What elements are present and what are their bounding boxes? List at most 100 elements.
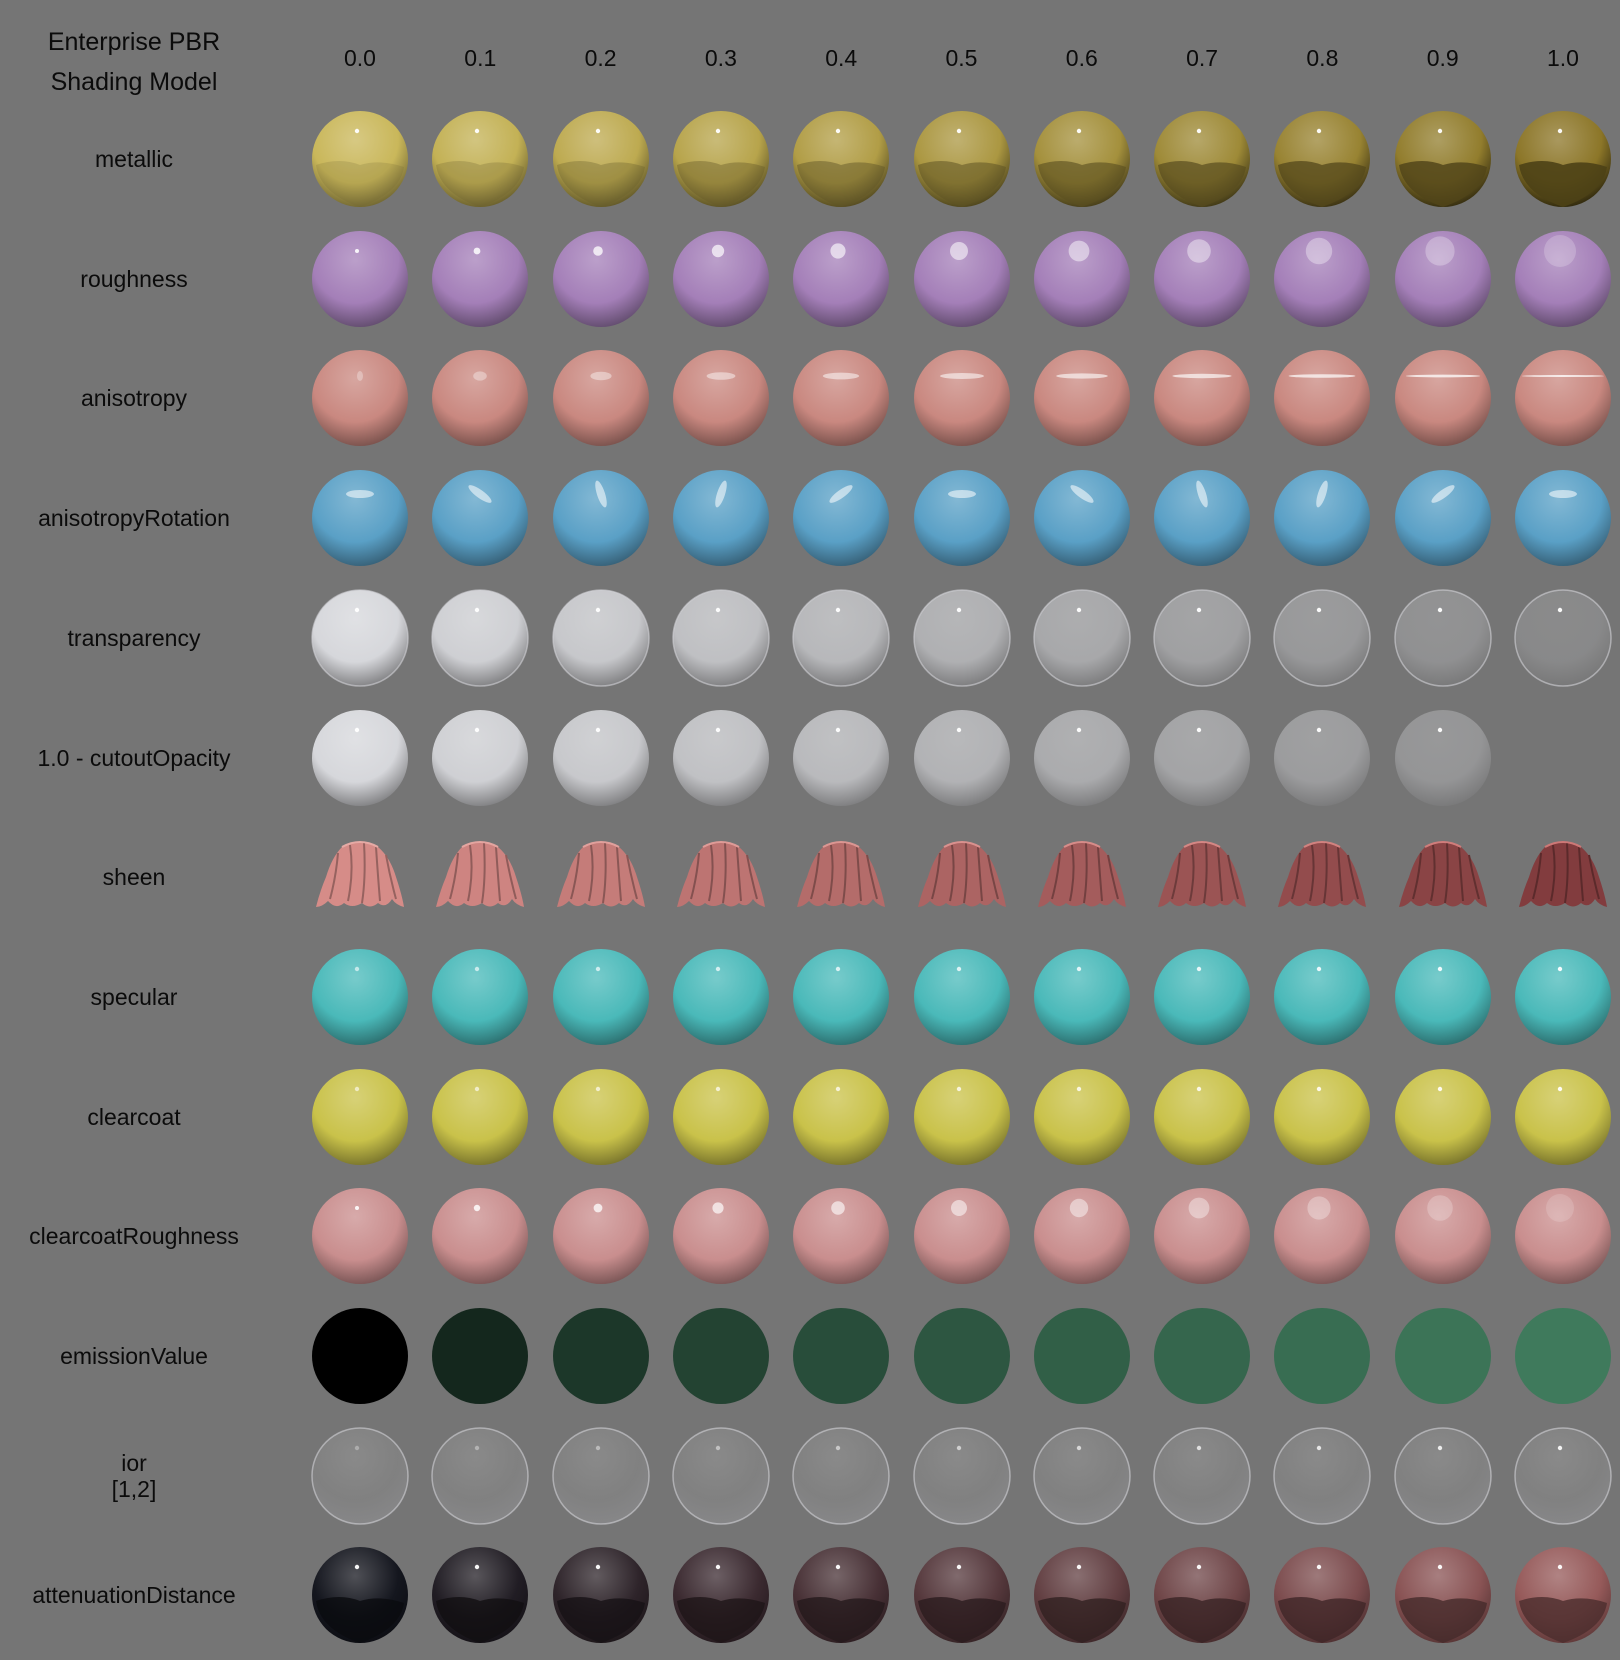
material-sphere (1154, 709, 1251, 806)
material-sphere (1274, 230, 1371, 327)
material-sphere (1394, 1308, 1491, 1404)
cloth-swatch (1278, 841, 1367, 908)
material-sphere (432, 470, 529, 567)
material-sphere (311, 1426, 409, 1525)
material-sphere (672, 709, 769, 806)
material-sphere (1394, 709, 1491, 806)
material-sphere (552, 709, 649, 806)
row-label: 1.0 - cutoutOpacity (37, 744, 231, 771)
material-sphere (552, 1547, 649, 1644)
material-sphere (312, 111, 408, 207)
material-sphere (312, 1188, 408, 1285)
material-sphere (672, 1188, 769, 1285)
material-sphere (312, 1068, 408, 1165)
row-label: metallic (95, 146, 173, 172)
material-sphere (1515, 230, 1611, 327)
material-sphere (672, 1308, 769, 1404)
material-sphere (1154, 948, 1251, 1045)
material-sphere (1394, 1188, 1491, 1285)
row-label: clearcoatRoughness (29, 1223, 239, 1250)
material-sphere (1515, 1547, 1611, 1644)
material-sphere (913, 111, 1010, 207)
row-label: sheen (102, 864, 166, 891)
material-sphere (1273, 589, 1372, 687)
material-sphere (1394, 1547, 1491, 1644)
material-sphere (1274, 1188, 1371, 1285)
material-sphere (1154, 350, 1251, 447)
material-sphere (1515, 948, 1611, 1045)
column-label: 0.6 (1065, 45, 1098, 71)
grid-title: Enterprise PBR Shading Model (47, 28, 221, 96)
material-sphere (913, 1308, 1010, 1404)
material-sphere (1273, 1426, 1372, 1525)
material-sphere (1033, 1188, 1130, 1285)
material-sphere (1154, 1308, 1251, 1404)
material-sphere (1394, 948, 1491, 1045)
material-sphere (432, 1068, 529, 1165)
material-sphere (311, 589, 409, 687)
material-sphere (672, 1547, 769, 1644)
material-sphere (1515, 1308, 1611, 1404)
material-sphere (432, 948, 529, 1045)
material-sphere (793, 709, 890, 806)
column-label: 0.0 (344, 45, 376, 71)
material-sphere (432, 111, 529, 207)
material-sphere (551, 589, 650, 687)
material-sphere (1514, 589, 1612, 687)
material-sphere (1153, 1426, 1251, 1525)
column-label: 0.5 (945, 45, 978, 71)
material-sphere (1515, 1068, 1611, 1165)
material-sphere (1033, 230, 1130, 327)
material-sphere (1154, 111, 1251, 207)
material-sphere (1274, 1068, 1371, 1165)
row-label: anisotropy (80, 385, 188, 412)
cloth-swatch (316, 841, 404, 908)
material-sphere (793, 111, 890, 207)
material-sphere (432, 1308, 529, 1404)
material-sphere (793, 948, 890, 1045)
column-label: 0.3 (704, 45, 737, 71)
column-label: 1.0 (1547, 45, 1579, 71)
material-sphere (1515, 111, 1611, 207)
material-sphere (913, 709, 1010, 806)
material-sphere (913, 350, 1010, 447)
material-sphere (913, 1188, 1010, 1285)
material-sphere (1274, 350, 1371, 447)
material-sphere (1274, 948, 1371, 1045)
material-sphere (552, 111, 649, 207)
row-label: roughness (80, 265, 188, 292)
column-label: 0.9 (1426, 45, 1459, 71)
material-sphere (672, 589, 770, 687)
material-sphere (1033, 470, 1130, 567)
material-sphere (793, 470, 890, 567)
material-sphere (552, 948, 649, 1045)
cloth-swatch (1158, 841, 1247, 908)
material-sphere (1274, 709, 1371, 806)
material-sphere (551, 1426, 650, 1525)
material-sphere (672, 1068, 769, 1165)
material-sphere (672, 1426, 770, 1525)
column-label: 0.4 (825, 45, 858, 71)
material-sphere (1274, 1547, 1371, 1644)
material-sphere (1154, 1547, 1251, 1644)
cloth-swatch (797, 841, 886, 908)
material-sphere (431, 589, 530, 687)
material-sphere (312, 470, 408, 567)
material-sphere (432, 709, 529, 806)
material-sphere (312, 1308, 408, 1404)
material-sphere (1033, 1547, 1130, 1644)
cloth-swatch (1519, 841, 1607, 908)
row-label: anisotropyRotation (38, 505, 230, 532)
row-label: ior [1,2] (111, 1449, 157, 1502)
material-sphere (913, 1068, 1010, 1165)
material-sphere (793, 350, 890, 447)
material-sphere (431, 1426, 530, 1525)
material-sphere (1153, 589, 1251, 687)
material-sphere (1515, 1188, 1611, 1285)
material-sphere (672, 111, 769, 207)
material-sphere (912, 589, 1011, 687)
material-sphere (1033, 948, 1130, 1045)
material-sphere (792, 589, 890, 687)
material-sphere (432, 230, 529, 327)
material-sphere (913, 948, 1010, 1045)
